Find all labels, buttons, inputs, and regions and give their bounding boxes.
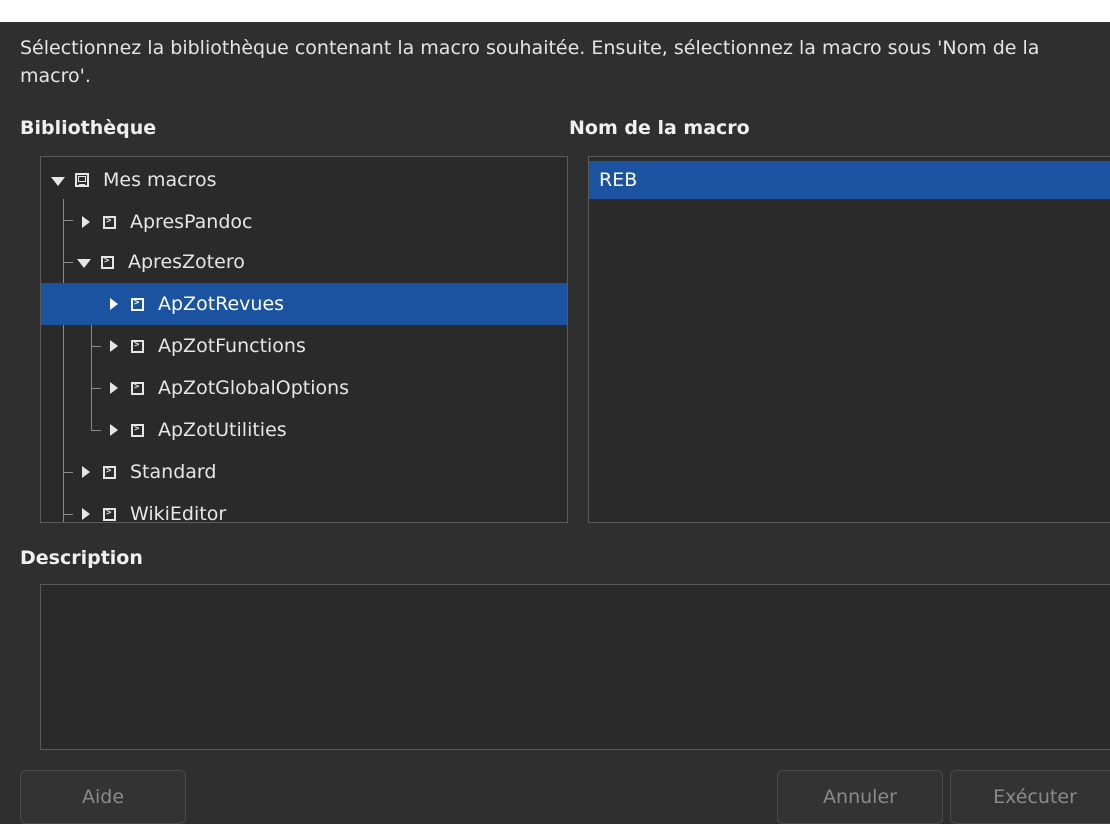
cancel-button[interactable]: Annuler: [777, 770, 943, 824]
instructions-text: Sélectionnez la bibliothèque contenant l…: [20, 37, 1040, 87]
collapsed-arrow-icon[interactable]: [110, 382, 118, 394]
macro-library-icon: >: [131, 381, 144, 395]
help-button-label: Aide: [81, 786, 125, 808]
macro-library-icon: >: [131, 297, 144, 311]
macro-library-icon: >: [101, 255, 114, 269]
collapsed-arrow-icon[interactable]: [110, 424, 118, 436]
help-button[interactable]: Aide: [20, 770, 186, 824]
tree-item-aprezotero[interactable]: > ApresZotero: [41, 241, 567, 283]
tree-item-label: ApZotGlobalOptions: [158, 377, 350, 399]
cancel-button-label: Annuler: [823, 786, 897, 808]
collapsed-arrow-icon[interactable]: [82, 466, 90, 478]
tree-item-label: WikiEditor: [130, 503, 227, 523]
macro-name-label: Nom de la macro: [569, 117, 750, 139]
library-tree[interactable]: Mes macros > ApresPandoc > ApresZotero >…: [40, 156, 568, 523]
macro-library-icon: >: [103, 215, 116, 229]
window-top-strip: [0, 0, 1110, 22]
macro-list-item[interactable]: REB: [589, 161, 1110, 199]
macro-selector-dialog: Sélectionnez la bibliothèque contenant l…: [0, 22, 1110, 824]
description-label: Description: [20, 547, 143, 569]
expanded-arrow-icon[interactable]: [51, 176, 65, 186]
tree-item-standard[interactable]: > Standard: [41, 451, 567, 493]
tree-item-label: ApZotRevues: [158, 293, 285, 315]
tree-item-mes-macros[interactable]: Mes macros: [41, 159, 567, 201]
macro-library-icon: >: [131, 339, 144, 353]
run-button[interactable]: Exécuter: [950, 770, 1110, 824]
tree-item-aprespandoc[interactable]: > ApresPandoc: [41, 201, 567, 243]
macro-name-list[interactable]: REB: [588, 156, 1110, 523]
tree-item-apzotfunctions[interactable]: > ApZotFunctions: [41, 325, 567, 367]
tree-item-label: ApresPandoc: [130, 211, 253, 233]
library-label: Bibliothèque: [20, 117, 157, 139]
macro-item-label: REB: [599, 169, 638, 191]
macro-library-icon: >: [103, 465, 116, 479]
macro-library-icon: >: [103, 507, 116, 521]
tree-item-apzotrevues[interactable]: > ApZotRevues: [41, 283, 567, 325]
computer-icon: [75, 173, 89, 187]
collapsed-arrow-icon[interactable]: [82, 508, 90, 520]
run-button-label: Exécuter: [993, 786, 1077, 808]
macro-library-icon: >: [131, 423, 144, 437]
tree-item-label: Standard: [130, 461, 217, 483]
tree-item-label: ApZotUtilities: [158, 419, 287, 441]
collapsed-arrow-icon[interactable]: [82, 216, 90, 228]
collapsed-arrow-icon[interactable]: [110, 298, 118, 310]
description-field[interactable]: [40, 584, 1110, 750]
tree-item-label: ApZotFunctions: [158, 335, 306, 357]
tree-item-label: Mes macros: [103, 169, 217, 191]
expanded-arrow-icon[interactable]: [77, 258, 91, 268]
tree-item-apzotutilities[interactable]: > ApZotUtilities: [41, 409, 567, 451]
collapsed-arrow-icon[interactable]: [110, 340, 118, 352]
tree-item-apzotglobaloptions[interactable]: > ApZotGlobalOptions: [41, 367, 567, 409]
tree-item-wikieditor[interactable]: > WikiEditor: [41, 493, 567, 523]
tree-item-label: ApresZotero: [128, 251, 245, 273]
